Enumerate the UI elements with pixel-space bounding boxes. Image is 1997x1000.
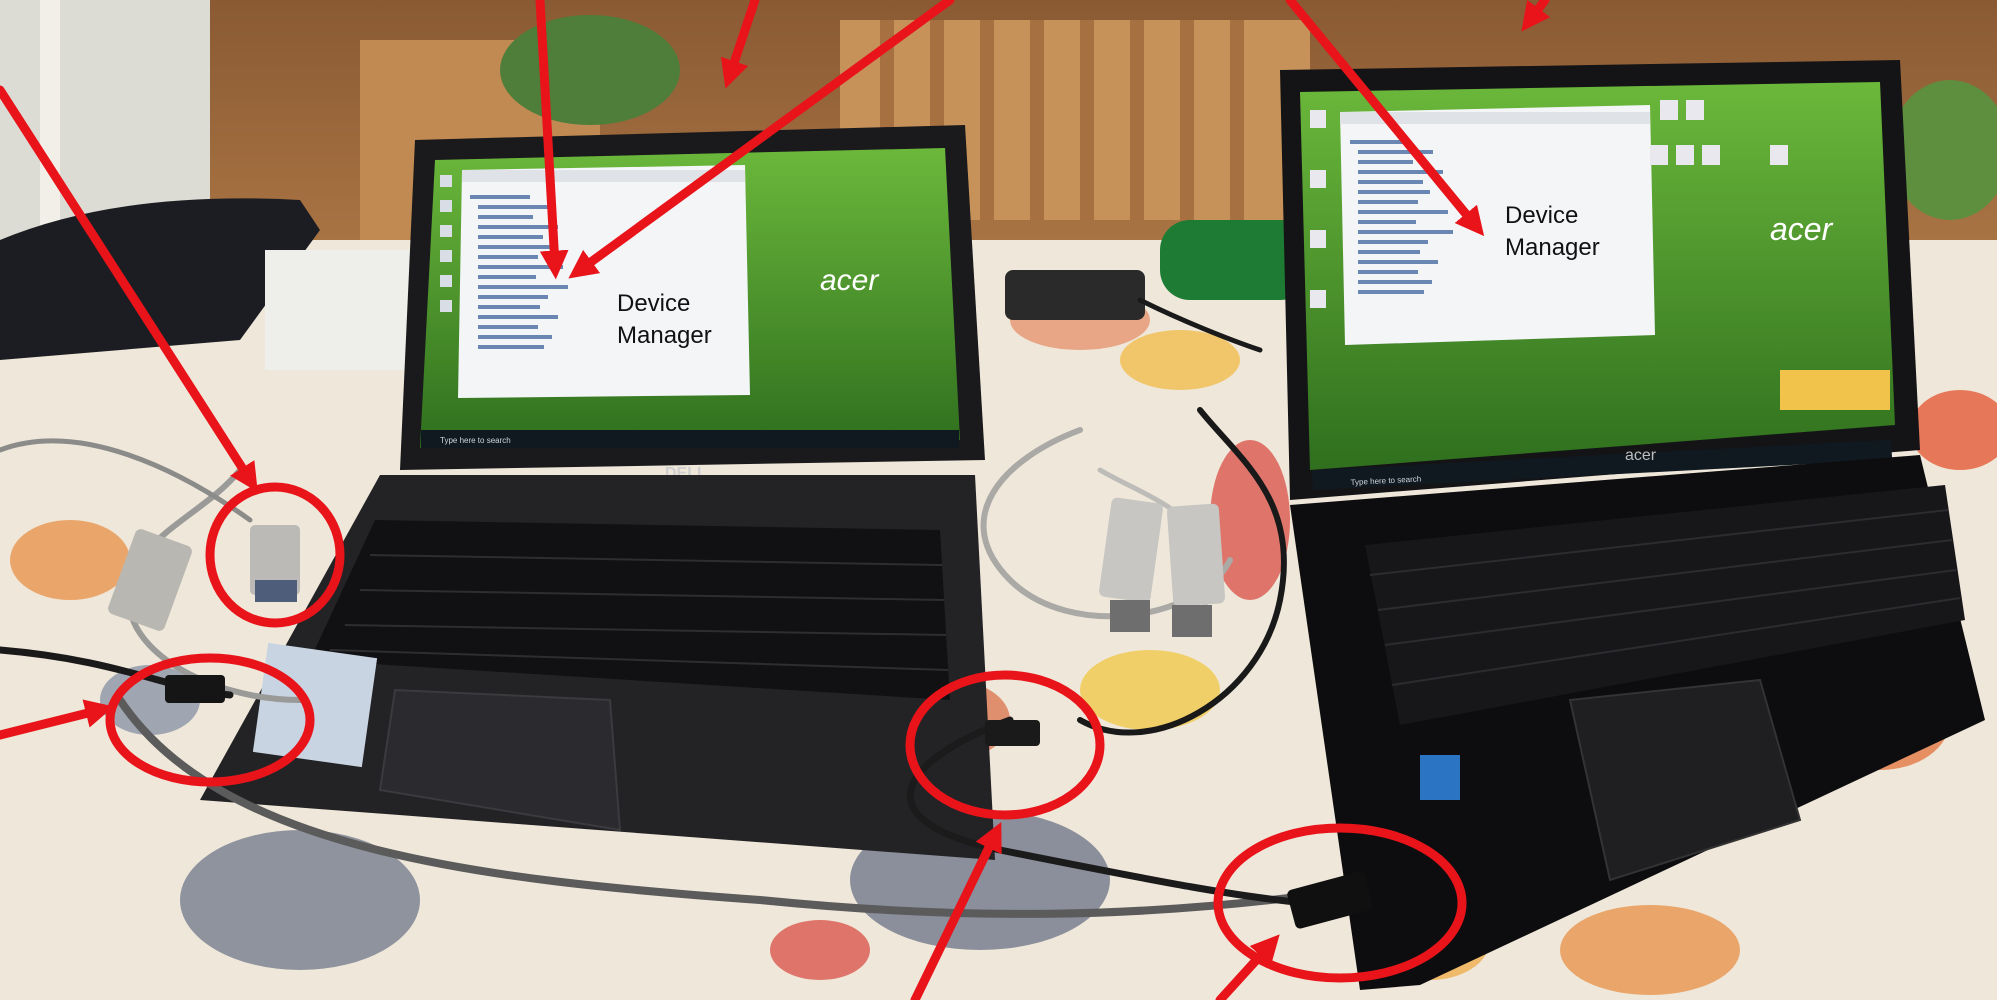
device-manager-label-right-line2: Manager	[1505, 234, 1600, 261]
usb-plug-left	[165, 675, 225, 703]
right-intel-sticker	[1420, 755, 1460, 800]
right-bezel-brand: acer	[1625, 447, 1657, 464]
right-screen-brand: acer	[1770, 211, 1834, 247]
right-notification	[1780, 370, 1890, 410]
paper-stack	[265, 250, 415, 370]
left-screen-brand: acer	[820, 264, 879, 297]
device-manager-label-left-line2: Manager	[617, 322, 712, 349]
device-manager-label-left-line1: Device	[617, 290, 691, 317]
photo-scene: acer Type here to search DELL acer Type …	[0, 0, 1997, 1000]
plant	[500, 15, 680, 125]
left-taskbar-search: Type here to search	[440, 436, 511, 445]
device-manager-label-right-line1: Device	[1505, 202, 1579, 229]
device-manager-label-right: Device Manager	[1505, 200, 1600, 264]
device-manager-label-left: Device Manager	[617, 288, 712, 352]
power-adapter	[1005, 270, 1145, 320]
left-sticker	[252, 642, 378, 768]
usb-plug-middle	[985, 720, 1040, 746]
left-device-manager-window	[458, 165, 750, 398]
